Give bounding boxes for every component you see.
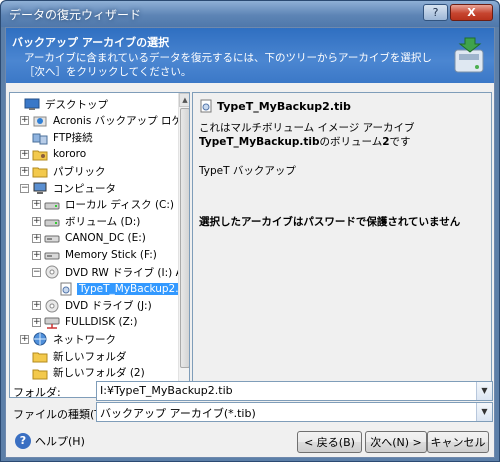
help-title-button[interactable]: ?: [423, 4, 448, 21]
folder-label: フォルダ:: [13, 386, 61, 399]
user-folder-icon: [32, 150, 48, 161]
password-status: 選択したアーカイブはパスワードで保護されていません: [199, 216, 461, 228]
expand-icon[interactable]: +: [32, 250, 41, 260]
file-type-label: ファイルの種類(T):: [13, 408, 110, 421]
expand-icon[interactable]: +: [20, 116, 29, 126]
back-button[interactable]: < 戻る(B): [297, 431, 362, 453]
cancel-button[interactable]: キャンセル: [427, 431, 489, 453]
folder-input[interactable]: I:¥TypeT_MyBackup2.tib ▼: [96, 381, 493, 401]
help-icon: ?: [15, 433, 31, 449]
page-title: バックアップ アーカイブの選択: [12, 36, 170, 49]
desktop-icon: [24, 98, 40, 110]
tree-item[interactable]: + Acronis バックアップ ロケーション: [20, 112, 190, 130]
expand-icon[interactable]: +: [32, 233, 41, 243]
dvd-icon: [45, 299, 59, 313]
tree-item-label: FULLDISK (Z:): [65, 316, 138, 329]
disk-icon: [44, 219, 60, 227]
archive-tree[interactable]: デスクトップ + Acronis バックアップ ロケーション FTP接続 + kororo…: [9, 92, 190, 398]
tree-item-label: FTP接続: [53, 132, 93, 145]
tree-item-label: 新しいフォルダ (2): [53, 367, 145, 380]
tree-item-label: ボリューム (D:): [65, 216, 141, 229]
tree-item[interactable]: + Memory Stick (F:): [32, 246, 159, 264]
tree-item-label: CANON_DC (E:): [65, 232, 146, 245]
page-description: アーカイブに含まれているデータを復元するには、下のツリーからアーカイブを選択し［…: [24, 52, 432, 78]
tree-item[interactable]: FTP接続: [20, 129, 95, 147]
tree-item-label: 新しいフォルダ: [53, 350, 127, 363]
tree-item-label: コンピュータ: [53, 182, 116, 195]
acronis-location-icon: [33, 116, 47, 127]
tree-item-label: kororo: [53, 148, 87, 161]
tree-item[interactable]: + kororo: [20, 145, 88, 163]
expand-icon[interactable]: +: [32, 200, 41, 210]
folder-dropdown-arrow-icon[interactable]: ▼: [476, 382, 492, 400]
tree-item-label: ローカル ディスク (C:): [65, 199, 175, 212]
archive-info-line2: TypeT_MyBackup.tibのボリューム2です: [199, 136, 411, 148]
help-label: ヘルプ(H): [35, 435, 85, 448]
archive-icon: [60, 282, 72, 296]
network-icon: [33, 332, 47, 346]
tree-scrollbar[interactable]: ▲ ▼: [178, 93, 189, 397]
expand-icon[interactable]: +: [20, 166, 29, 176]
wizard-client-area: バックアップ アーカイブの選択 アーカイブに含まれているデータを復元するには、下…: [5, 27, 495, 458]
dvd-icon: [45, 265, 59, 279]
collapse-icon[interactable]: −: [20, 183, 29, 193]
expand-icon[interactable]: +: [20, 149, 29, 159]
tree-item[interactable]: TypeT_MyBackup2.tib: [46, 280, 189, 298]
tree-item[interactable]: 新しいフォルダ (2): [20, 364, 147, 382]
wizard-window: データの復元ウィザード ? X バックアップ アーカイブの選択 アーカイブに含ま…: [0, 0, 500, 462]
tree-item[interactable]: + FULLDISK (Z:): [32, 313, 139, 331]
archive-info-pane: TypeT_MyBackup2.tib これはマルチボリューム イメージ アーカ…: [192, 92, 492, 398]
close-button[interactable]: X: [450, 4, 493, 21]
archive-name: TypeT_MyBackup2.tib: [217, 99, 351, 113]
folder-icon: [32, 369, 48, 380]
expand-icon[interactable]: +: [20, 334, 29, 344]
tree-item-label: TypeT_MyBackup2.tib: [77, 282, 189, 295]
folder-icon: [32, 167, 48, 178]
tree-item[interactable]: + ローカル ディスク (C:): [32, 196, 176, 214]
tree-item-label: ネットワーク: [53, 333, 116, 346]
collapse-icon[interactable]: −: [32, 267, 41, 277]
archive-icon: [200, 99, 212, 113]
tree-item[interactable]: 新しいフォルダ: [20, 347, 129, 365]
disk-icon: [44, 202, 60, 210]
tree-item[interactable]: − DVD RW ドライブ (I:) Acronis: [32, 263, 189, 281]
tree-item-label: デスクトップ: [45, 98, 108, 111]
help-link[interactable]: ? ヘルプ(H): [15, 433, 85, 449]
tree-item[interactable]: + CANON_DC (E:): [32, 229, 148, 247]
tree-item-label: パブリック: [53, 165, 106, 178]
next-button[interactable]: 次へ(N) >: [365, 431, 427, 453]
archive-comment: TypeT バックアップ: [199, 165, 296, 177]
tree-item-label: Acronis バックアップ ロケーション: [53, 115, 190, 128]
scroll-up-arrow-icon[interactable]: ▲: [179, 93, 189, 107]
folder-icon: [32, 352, 48, 363]
tree-item[interactable]: + ネットワーク: [20, 330, 118, 348]
network-drive-icon: [44, 317, 60, 330]
scrollbar-thumb[interactable]: [180, 108, 189, 368]
removable-disk-icon: [44, 252, 60, 260]
removable-disk-icon: [44, 235, 60, 243]
tree-item-label: DVD RW ドライブ (I:) Acronis: [65, 266, 189, 279]
tree-item[interactable]: + ボリューム (D:): [32, 213, 142, 231]
wizard-header: バックアップ アーカイブの選択 アーカイブに含まれているデータを復元するには、下…: [6, 28, 494, 83]
archive-info-title: TypeT_MyBackup2.tib: [199, 99, 351, 113]
tree-item[interactable]: + パブリック: [20, 162, 108, 180]
file-type-dropdown-arrow-icon[interactable]: ▼: [476, 403, 492, 421]
ftp-icon: [32, 133, 48, 145]
expand-icon[interactable]: +: [32, 217, 41, 227]
tree-item[interactable]: + DVD ドライブ (J:): [32, 297, 154, 315]
file-type-select[interactable]: バックアップ アーカイブ(*.tib) ▼: [96, 402, 493, 422]
archive-info-line1: これはマルチボリューム イメージ アーカイブ: [199, 122, 415, 134]
window-title: データの復元ウィザード: [9, 8, 142, 22]
tree-item[interactable]: − コンピュータ: [20, 179, 118, 197]
tree-item-label: DVD ドライブ (J:): [65, 300, 152, 313]
computer-icon: [33, 182, 47, 194]
expand-icon[interactable]: +: [32, 317, 41, 327]
tree-item[interactable]: デスクトップ: [12, 95, 110, 113]
tree-item-label: Memory Stick (F:): [65, 249, 157, 262]
expand-icon[interactable]: +: [32, 301, 41, 311]
title-bar[interactable]: データの復元ウィザード ? X: [1, 1, 499, 27]
restore-wizard-icon: [454, 37, 484, 73]
